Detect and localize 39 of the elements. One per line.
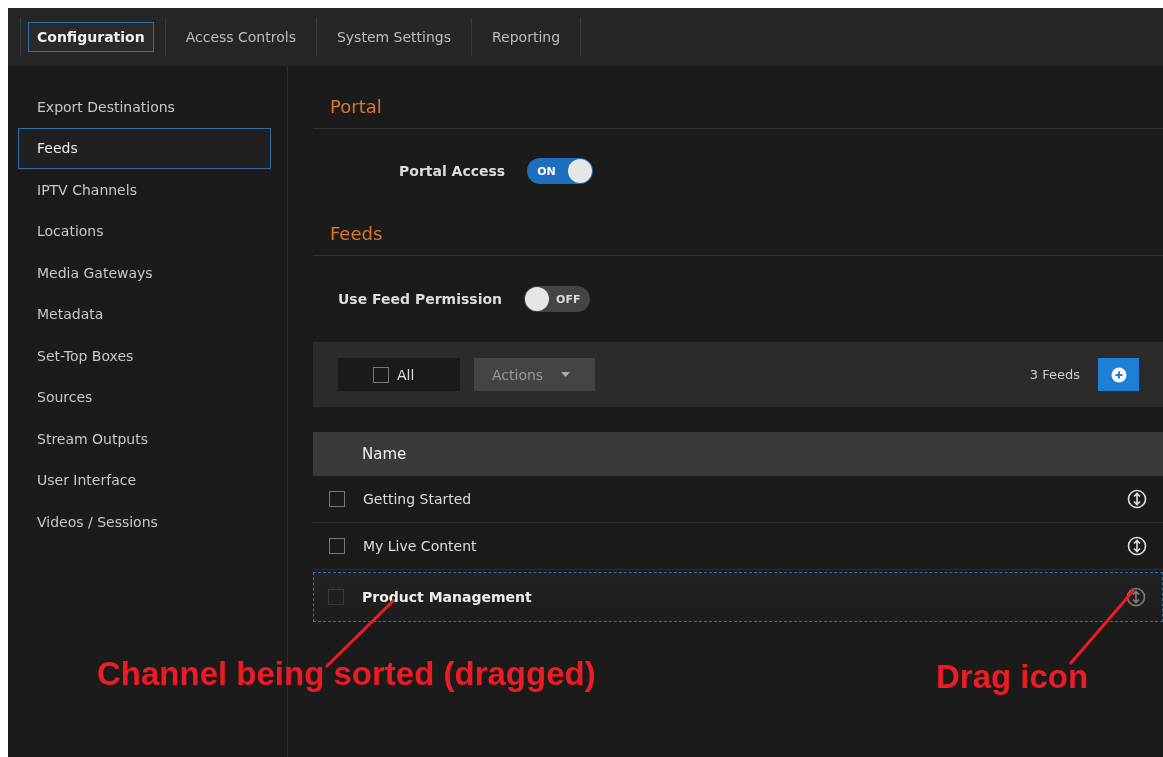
sidebar-item[interactable]: Stream Outputs	[18, 418, 271, 460]
sidebar-item[interactable]: Set-Top Boxes	[18, 335, 271, 377]
row-checkbox[interactable]	[328, 589, 344, 605]
row-checkbox[interactable]	[329, 491, 345, 507]
plus-icon	[1110, 366, 1127, 383]
drag-icon[interactable]	[1127, 536, 1147, 556]
dragged-row[interactable]: Product Management	[313, 572, 1163, 622]
setting-label: Portal Access	[399, 163, 506, 179]
add-button[interactable]	[1098, 358, 1139, 391]
row-checkbox[interactable]	[329, 538, 345, 554]
feed-name: Getting Started	[363, 491, 473, 507]
toggle-switch[interactable]: OFF	[524, 286, 591, 312]
setting-label: Use Feed Permission	[338, 291, 503, 307]
section-title: Feeds	[313, 213, 1163, 256]
nav-tab[interactable]: System Settings	[316, 18, 472, 56]
sidebar-item[interactable]: User Interface	[18, 459, 271, 501]
select-all-checkbox[interactable]: All	[338, 358, 460, 391]
annotation-label: Channel being sorted (dragged)	[97, 655, 596, 693]
sidebar-item[interactable]: Locations	[18, 210, 271, 252]
annotation-label: Drag icon	[936, 658, 1089, 696]
nav-tab[interactable]: Access Controls	[165, 18, 317, 56]
toggle-switch[interactable]: ON	[527, 158, 594, 184]
table-row[interactable]: Getting Started	[313, 476, 1163, 523]
sidebar-item[interactable]: Export Destinations	[18, 86, 271, 128]
table-row[interactable]: My Live Content	[313, 523, 1163, 570]
section-title: Portal	[313, 86, 1163, 129]
sidebar-item[interactable]: IPTV Channels	[18, 169, 271, 211]
sidebar-item[interactable]: Feeds	[18, 127, 271, 169]
column-header: Name	[313, 432, 1163, 476]
feed-name: My Live Content	[363, 538, 478, 554]
feed-count: 3 Feeds	[1029, 367, 1080, 382]
sidebar-item[interactable]: Metadata	[18, 293, 271, 335]
sidebar-item[interactable]: Videos / Sessions	[18, 501, 271, 543]
caret-icon	[561, 372, 571, 377]
drag-icon[interactable]	[1127, 489, 1147, 509]
feed-name: Product Management	[362, 589, 533, 605]
nav-tab[interactable]: Reporting	[472, 18, 582, 56]
sidebar-item[interactable]: Sources	[18, 376, 271, 418]
sidebar-item[interactable]: Media Gateways	[18, 252, 271, 294]
